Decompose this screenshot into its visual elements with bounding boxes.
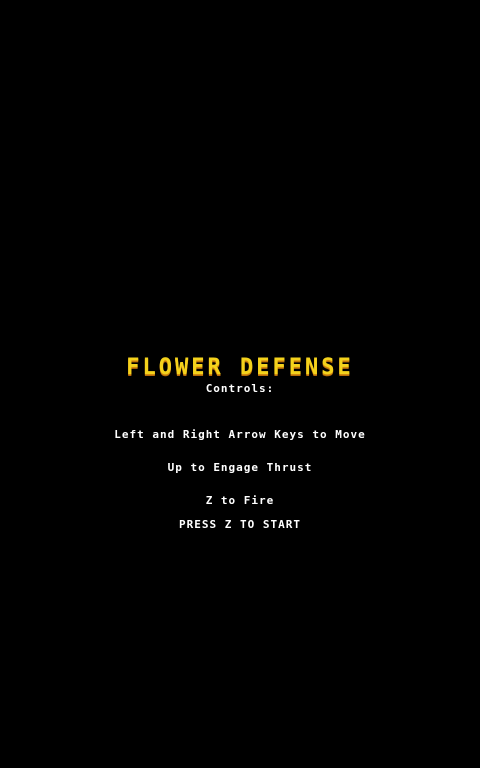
start-prompt: PRESS Z TO START [179,518,301,531]
game-title: FLOWER DEFENSE [126,355,354,380]
title-screen[interactable]: FLOWER DEFENSE Controls: Left and Right … [0,0,480,768]
control-fire: Z to Fire [205,494,275,507]
controls-heading: Controls: [205,382,275,395]
control-move: Left and Right Arrow Keys to Move [114,428,366,441]
control-thrust: Up to Engage Thrust [167,461,313,474]
controls-list: Left and Right Arrow Keys to Move Up to … [0,407,480,528]
